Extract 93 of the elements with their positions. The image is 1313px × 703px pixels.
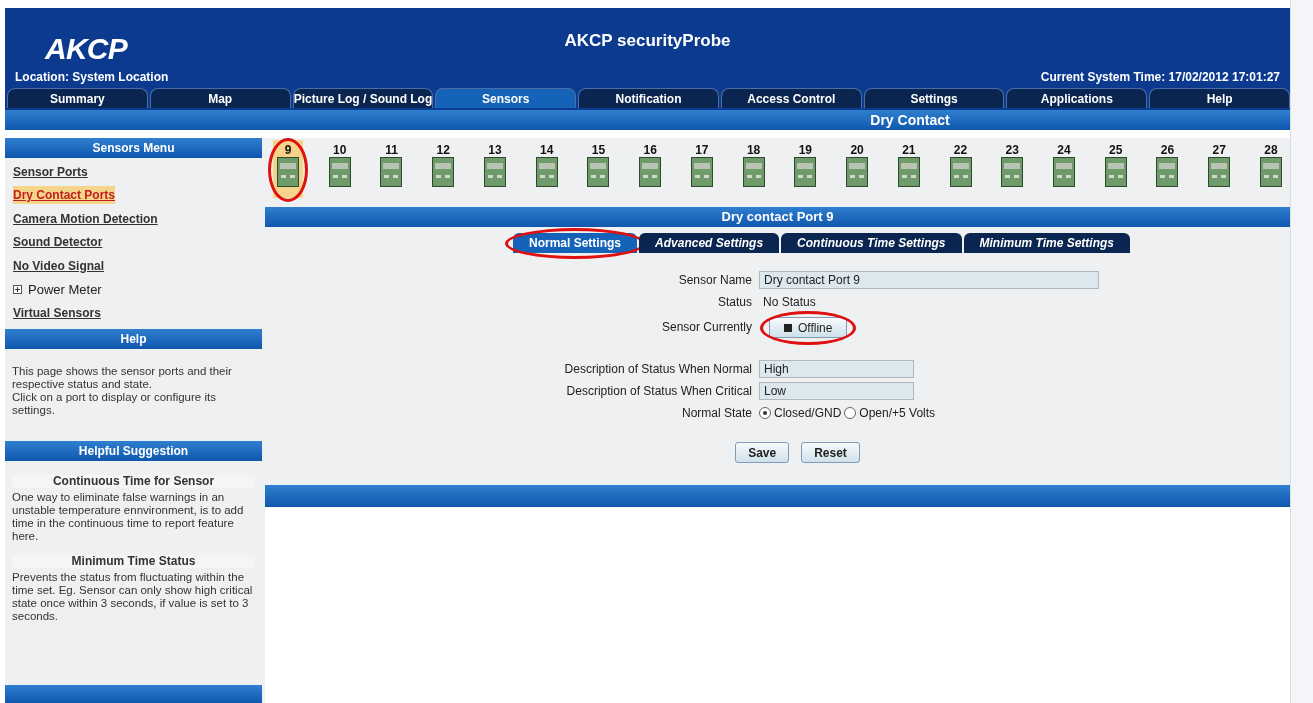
port-tile[interactable]: 28 (1255, 140, 1286, 198)
port-tile[interactable]: 27 (1204, 140, 1235, 198)
port-icon (587, 157, 610, 187)
sidebar-link[interactable]: Camera Motion Detection (13, 209, 158, 228)
tip-title: Continuous Time for Sensor (12, 474, 255, 488)
port-icon (1208, 157, 1231, 187)
sidebar-link[interactable]: Sound Detector (13, 233, 103, 252)
port-icon (380, 157, 403, 187)
port-tile[interactable]: 20 (842, 140, 873, 198)
port-tile[interactable]: 13 (479, 140, 510, 198)
radio-label: Closed/GND (774, 405, 842, 422)
port-icon (897, 157, 920, 187)
port-tile[interactable]: 18 (738, 140, 769, 198)
port-tile[interactable]: 21 (893, 140, 924, 198)
help-text: Click on a port to display or configure its settings. (12, 390, 217, 417)
help-text: This page shows the sensor ports and their respective status and state. (12, 364, 233, 391)
port-icon (1259, 157, 1282, 187)
expand-icon[interactable] (13, 284, 22, 294)
system-time: Current System Time: 17/02/2012 17:01:27 (1040, 69, 1280, 86)
settings-tab[interactable]: Normal Settings (513, 233, 638, 253)
settings-tab[interactable]: Continuous Time Settings (781, 233, 962, 253)
location-text: Location: System Location (15, 69, 169, 86)
radio-label: Open/+5 Volts (859, 405, 936, 422)
port-tile[interactable]: 19 (790, 140, 821, 198)
field-label: Sensor Name (677, 272, 752, 289)
nav-tab[interactable]: Access Control (720, 88, 862, 108)
field-label: Description of Status When Normal (563, 361, 752, 378)
tip-text: Prevents the status from fluctuating within the time set. Eg. Sensor can only show high critical state once within 3 seconds, if value is set to 3 seconds. (12, 570, 254, 623)
nav-tab[interactable]: Summary (7, 88, 148, 108)
status-value: No Status (762, 294, 817, 311)
port-icon (1104, 157, 1127, 187)
port-title-bar: Dry contact Port 9 (265, 207, 1290, 227)
port-tile[interactable]: 17 (686, 140, 717, 198)
port-icon (328, 157, 351, 187)
nav-tab[interactable]: Help (1149, 88, 1291, 108)
port-icon (483, 157, 506, 187)
suggestion-header: Helpful Suggestion (5, 440, 262, 461)
port-icon (432, 157, 455, 187)
critical-description-field[interactable]: Low (759, 382, 914, 400)
port-tile[interactable]: 15 (583, 140, 614, 198)
port-icon (535, 157, 558, 187)
form-button[interactable]: Save (735, 442, 790, 463)
field-label: Description of Status When Critical (565, 383, 752, 400)
port-tile[interactable]: 12 (428, 140, 459, 198)
section-bar: Dry Contact (5, 110, 1290, 130)
radio-button[interactable] (844, 407, 857, 419)
port-tile[interactable]: 11 (376, 140, 407, 198)
offline-button[interactable]: Offline (769, 317, 848, 338)
app-title: AKCP securityProbe (564, 31, 731, 50)
nav-tab[interactable]: Settings (863, 88, 1005, 108)
port-tile[interactable]: 16 (635, 140, 666, 198)
tip-title: Minimum Time Status (12, 554, 255, 568)
port-tile[interactable]: 22 (945, 140, 976, 198)
field-label: Status (716, 294, 752, 311)
port-tile[interactable]: 9 (273, 140, 303, 198)
field-label: Normal State (680, 405, 752, 422)
port-icon (794, 157, 817, 187)
sensor-name-field[interactable]: Dry contact Port 9 (759, 271, 1099, 289)
field-label: Sensor Currently (660, 318, 752, 336)
help-header: Help (5, 328, 262, 349)
port-tile[interactable]: 23 (997, 140, 1028, 198)
logo: AKCP (45, 32, 127, 65)
port-tile[interactable]: 14 (531, 140, 562, 198)
settings-tab[interactable]: Minimum Time Settings (963, 233, 1130, 253)
nav-tab[interactable]: Notification (578, 88, 719, 108)
port-icon (277, 157, 299, 187)
port-icon (1001, 157, 1024, 187)
menu-header: Sensors Menu (5, 138, 262, 158)
nav-tab[interactable]: Picture Log / Sound Log (292, 88, 434, 108)
port-tile[interactable]: 24 (1049, 140, 1079, 198)
port-icon (639, 157, 662, 187)
normal-description-field[interactable]: High (759, 360, 914, 378)
nav-tab[interactable]: Applications (1006, 88, 1148, 108)
sidebar-link[interactable]: Dry Contact Ports (13, 186, 116, 205)
port-icon (1156, 157, 1179, 187)
tip-text: One way to eliminate false warnings in an unstable temperature ennvironment, is to add time in the continuous time to report feature here. (12, 490, 245, 543)
radio-button[interactable] (759, 407, 771, 419)
port-icon (846, 157, 869, 187)
sidebar-link[interactable]: Virtual Sensors (13, 303, 101, 322)
port-tile[interactable]: 10 (324, 140, 355, 198)
port-icon (690, 157, 713, 187)
sidebar-link[interactable]: No Video Signal (13, 256, 105, 275)
port-icon (949, 157, 972, 187)
sidebar-link[interactable]: Sensor Ports (13, 162, 88, 181)
port-tile[interactable]: 26 (1152, 140, 1183, 198)
settings-tab[interactable]: Advanced Settings (639, 233, 780, 253)
nav-tab[interactable]: Sensors (435, 88, 577, 108)
sidebar-item[interactable]: Power Meter (28, 279, 102, 299)
nav-tab[interactable]: Map (149, 88, 291, 108)
port-icon (742, 157, 765, 187)
port-icon (1053, 157, 1075, 187)
port-tile[interactable]: 25 (1100, 140, 1131, 198)
form-button[interactable]: Reset (801, 442, 860, 463)
